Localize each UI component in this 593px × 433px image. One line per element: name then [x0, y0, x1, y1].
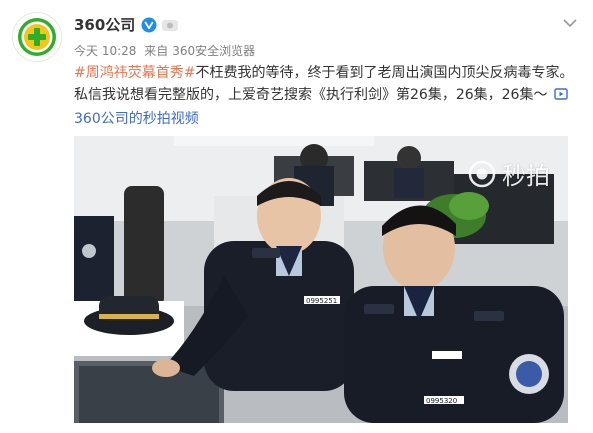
miaopai-watermark: 秒拍 — [468, 156, 550, 191]
badge-number-right: 0995320 — [426, 397, 457, 405]
hashtag-link[interactable]: #周鸿祎荧幕首秀# — [74, 65, 195, 81]
verified-badge-icon — [141, 17, 157, 33]
watermark-text: 秒拍 — [502, 162, 550, 190]
post-text-line2: 私信我说想看完整版的，上爱奇艺搜索《执行利剑》第26集，26集，26集～ — [74, 87, 548, 103]
post-time[interactable]: 今天 10:28 — [74, 44, 136, 58]
vip-badge-icon — [161, 17, 179, 33]
camera-lens-icon — [468, 160, 496, 187]
video-thumbnail[interactable]: 0995251 0995320 秒拍 — [74, 136, 568, 423]
360-logo-icon — [15, 15, 59, 59]
post-meta: 今天 10:28 来自 360安全浏览器 — [74, 42, 259, 59]
source-prefix: 来自 — [144, 44, 169, 58]
post-source[interactable]: 360安全浏览器 — [172, 44, 255, 58]
chevron-down-icon[interactable] — [561, 14, 579, 32]
author-row: 360公司 — [74, 14, 179, 35]
author-avatar[interactable] — [12, 12, 62, 62]
video-play-icon[interactable] — [554, 86, 568, 108]
post-text: #周鸿祎荧幕首秀#不枉费我的等待，终于看到了老周出演国内顶尖反病毒专家。 私信我… — [74, 62, 579, 130]
video-link[interactable]: 360公司的秒拍视频 — [74, 111, 199, 127]
badge-number-left: 0995251 — [306, 297, 337, 305]
weibo-post: 360公司 今天 10:28 来自 360安全浏览器 #周鸿祎荧幕首秀#不枉费我的… — [0, 0, 593, 433]
author-name[interactable]: 360公司 — [74, 14, 135, 35]
post-text-line1: 不枉费我的等待，终于看到了老周出演国内顶尖反病毒专家。 — [195, 65, 574, 81]
